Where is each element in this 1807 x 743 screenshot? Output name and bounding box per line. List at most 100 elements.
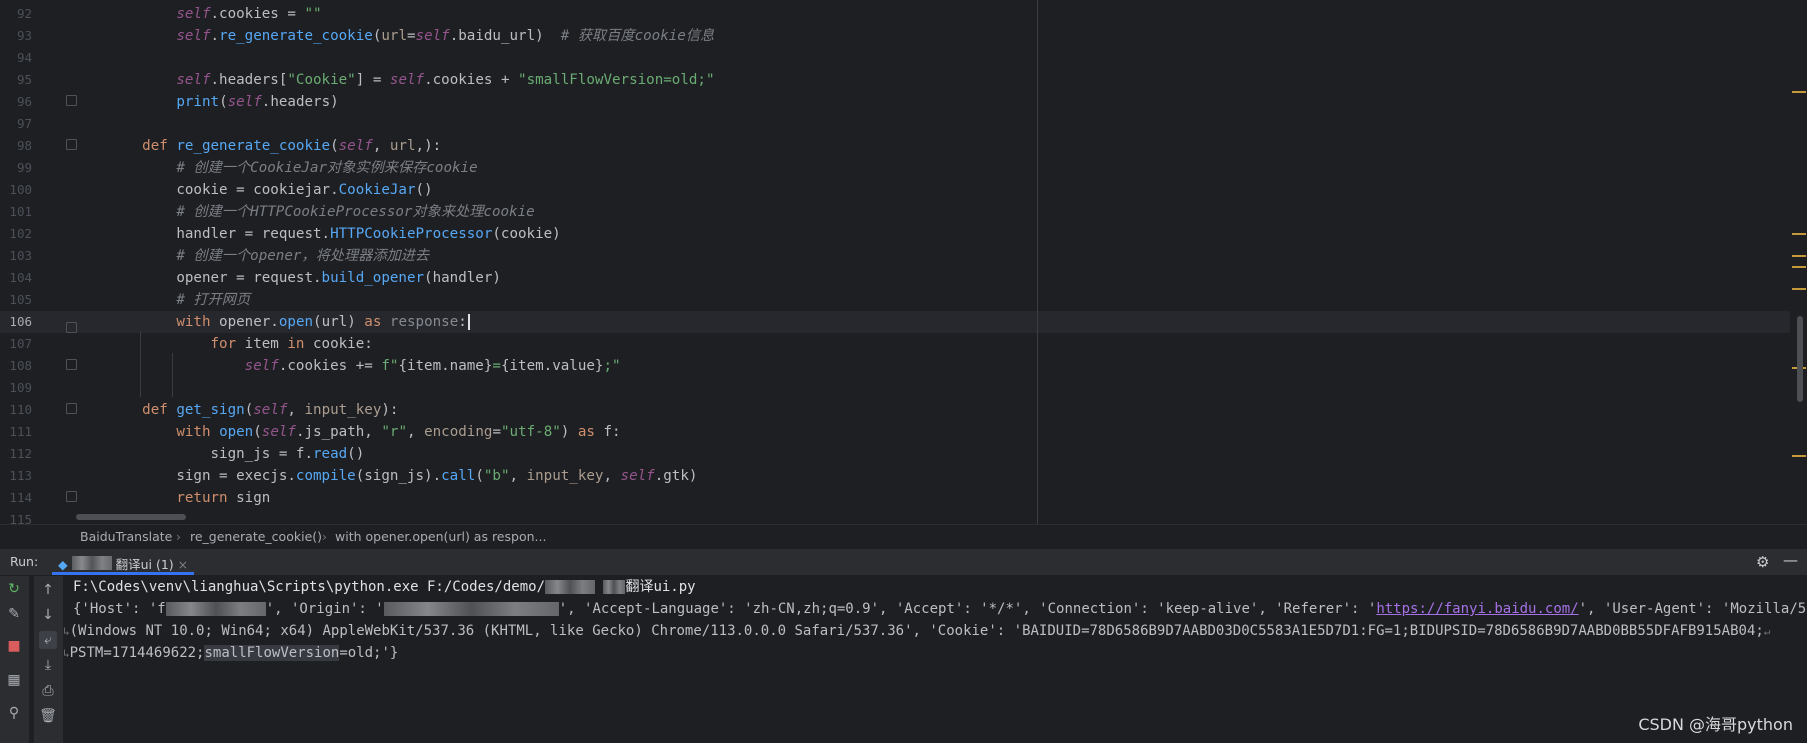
code-line[interactable]: 111 with open(self.js_path, "r", encodin… — [0, 421, 1790, 443]
run-label: Run: — [10, 554, 39, 569]
line-number: 115 — [9, 512, 32, 524]
fold-marker-icon[interactable] — [66, 95, 77, 106]
run-toolbar-right: ↑ ↓ ⤶ ⤓ ⎙ 🗑 — [34, 576, 63, 743]
code-line[interactable]: 110 def get_sign(self, input_key): — [0, 399, 1790, 421]
code-text[interactable]: def get_sign(self, input_key): — [108, 399, 398, 421]
warning-marker[interactable] — [1792, 455, 1806, 457]
wrench-icon[interactable]: ✎ — [5, 605, 23, 623]
code-editor[interactable]: 92 self.cookies = "" 93 self.re_generate_… — [0, 0, 1807, 524]
code-line[interactable]: 97 — [0, 113, 1790, 135]
code-text[interactable]: handler = request.HTTPCookieProcessor(co… — [108, 223, 560, 245]
code-line[interactable]: 114 return sign — [0, 487, 1790, 509]
code-text[interactable]: return sign — [108, 487, 270, 509]
soft-wrap-marker-icon: ↵ — [1763, 625, 1771, 638]
code-text[interactable]: sign_js = f.read() — [108, 443, 364, 465]
tab-run-config[interactable]: ◆ 翻译ui (1) × — [52, 549, 195, 575]
code-text[interactable]: for item in cookie: — [108, 333, 373, 355]
line-number: 98 — [16, 138, 32, 153]
fold-marker-icon[interactable] — [66, 359, 77, 370]
code-line[interactable]: 92 self.cookies = "" — [0, 3, 1790, 25]
code-text[interactable]: # 创建一个CookieJar对象实例来保存cookie — [108, 157, 477, 179]
rerun-icon[interactable]: ↻ — [5, 580, 23, 598]
warning-marker[interactable] — [1792, 255, 1806, 257]
code-text[interactable]: def re_generate_cookie(self, url,): — [108, 135, 441, 157]
line-number: 104 — [9, 270, 32, 285]
csdn-watermark: CSDN @海哥python — [1638, 715, 1793, 734]
trash-icon[interactable]: 🗑 — [39, 707, 57, 725]
print-icon[interactable]: ⎙ — [39, 682, 57, 700]
code-text[interactable]: opener = request.build_opener(handler) — [108, 267, 501, 289]
arrow-up-icon[interactable]: ↑ — [39, 581, 57, 599]
warning-marker[interactable] — [1792, 288, 1806, 290]
console-line-output-2: ↳(Windows NT 10.0; Win64; x64) AppleWebK… — [63, 623, 1771, 639]
redacted-text — [383, 602, 559, 616]
arrow-down-icon[interactable]: ↓ — [39, 606, 57, 624]
referer-link[interactable]: https://fanyi.baidu.com/ — [1376, 601, 1578, 617]
code-line[interactable]: 100 cookie = cookiejar.CookieJar() — [0, 179, 1790, 201]
warning-marker[interactable] — [1792, 266, 1806, 268]
code-text[interactable]: sign = execjs.compile(sign_js).call("b",… — [108, 465, 697, 487]
code-text[interactable]: # 创建一个opener，将处理器添加进去 — [108, 245, 429, 267]
redacted-text — [165, 602, 266, 616]
line-number: 92 — [16, 6, 32, 21]
layout-icon[interactable]: ▦ — [5, 671, 23, 689]
breadcrumb-item-method[interactable]: re_generate_cookie() — [190, 529, 322, 544]
code-line[interactable]: 98 def re_generate_cookie(self, url,): — [0, 135, 1790, 157]
code-text[interactable]: self.re_generate_cookie(url=self.baidu_u… — [108, 25, 714, 47]
code-line[interactable]: 93 self.re_generate_cookie(url=self.baid… — [0, 25, 1790, 47]
code-text[interactable]: self.cookies += f"{item.name}={item.valu… — [108, 355, 621, 377]
code-line[interactable]: 102 handler = request.HTTPCookieProcesso… — [0, 223, 1790, 245]
code-line[interactable]: 109 — [0, 377, 1790, 399]
code-line[interactable]: 103 # 创建一个opener，将处理器添加进去 — [0, 245, 1790, 267]
horizontal-scrollbar[interactable] — [76, 514, 186, 520]
code-line[interactable]: 95 self.headers["Cookie"] = self.cookies… — [0, 69, 1790, 91]
code-text[interactable]: self.cookies = "" — [108, 3, 321, 25]
warning-marker[interactable] — [1792, 91, 1806, 93]
code-line[interactable]: 96 print(self.headers) — [0, 91, 1790, 113]
line-number: 112 — [9, 446, 32, 461]
line-number: 103 — [9, 248, 32, 263]
code-text[interactable]: # 打开网页 — [108, 289, 250, 311]
code-line[interactable]: 108 self.cookies += f"{item.name}={item.… — [0, 355, 1790, 377]
line-number: 99 — [16, 160, 32, 175]
stop-icon[interactable]: ■ — [5, 637, 23, 655]
pin-icon[interactable]: ⚲ — [5, 704, 23, 722]
code-line[interactable]: 105 # 打开网页 — [0, 289, 1790, 311]
soft-wrap-icon[interactable]: ⤶ — [39, 631, 57, 649]
fold-marker-icon[interactable] — [66, 403, 77, 414]
line-number: 97 — [16, 116, 32, 131]
scroll-to-end-icon[interactable]: ⤓ — [39, 656, 57, 674]
code-line[interactable]: 115 — [0, 509, 1790, 524]
code-line[interactable]: 112 sign_js = f.read() — [0, 443, 1790, 465]
vertical-scrollbar[interactable] — [1797, 316, 1803, 402]
code-text[interactable]: self.headers["Cookie"] = self.cookies + … — [108, 69, 714, 91]
breadcrumb-item-with[interactable]: with opener.open(url) as respon... — [335, 529, 546, 544]
breadcrumb-item-class[interactable]: BaiduTranslate — [80, 529, 172, 544]
fold-marker-icon[interactable] — [66, 322, 77, 333]
code-text[interactable]: print(self.headers) — [108, 91, 338, 113]
run-tool-window-header: Run: ◆ 翻译ui (1) × ⚙ — — [0, 549, 1807, 576]
fold-marker-icon[interactable] — [66, 491, 77, 502]
code-line[interactable]: 106 with opener.open(url) as response: — [0, 311, 1790, 333]
code-line[interactable]: 104 opener = request.build_opener(handle… — [0, 267, 1790, 289]
code-line[interactable]: 94 — [0, 47, 1790, 69]
line-number: 93 — [16, 28, 32, 43]
console-line-command: F:\Codes\venv\lianghua\Scripts\python.ex… — [73, 579, 696, 595]
code-line[interactable]: 107 for item in cookie: — [0, 333, 1790, 355]
code-text[interactable]: # 创建一个HTTPCookieProcessor对象来处理cookie — [108, 201, 534, 223]
code-text[interactable]: with open(self.js_path, "r", encoding="u… — [108, 421, 620, 443]
console-output[interactable]: F:\Codes\venv\lianghua\Scripts\python.ex… — [63, 576, 1807, 708]
warning-marker[interactable] — [1792, 233, 1806, 235]
code-line[interactable]: 101 # 创建一个HTTPCookieProcessor对象来处理cookie — [0, 201, 1790, 223]
code-text[interactable]: with opener.open(url) as response: — [108, 311, 470, 333]
close-icon[interactable]: × — [178, 557, 188, 572]
code-line[interactable]: 113 sign = execjs.compile(sign_js).call(… — [0, 465, 1790, 487]
python-icon: ◆ — [58, 557, 68, 572]
chevron-right-icon: › — [322, 529, 327, 544]
fold-marker-icon[interactable] — [66, 139, 77, 150]
code-text[interactable]: cookie = cookiejar.CookieJar() — [108, 179, 432, 201]
minimize-icon[interactable]: — — [1783, 551, 1798, 569]
code-line[interactable]: 99 # 创建一个CookieJar对象实例来保存cookie — [0, 157, 1790, 179]
indent-guide — [172, 353, 173, 397]
gear-icon[interactable]: ⚙ — [1756, 553, 1769, 571]
